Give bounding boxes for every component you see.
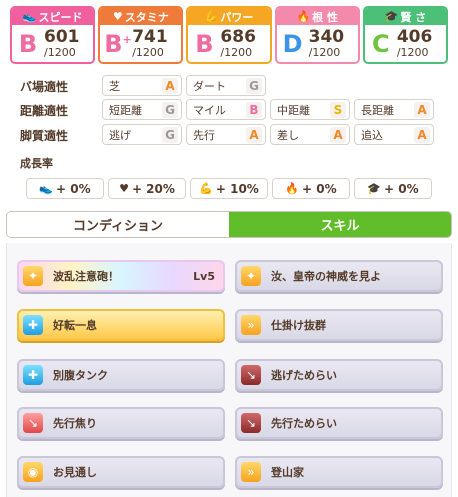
stat-label: パワー <box>220 10 254 24</box>
aptitude-end-closer: 追込 A <box>354 124 434 145</box>
vision-icon: ◉ <box>23 462 43 482</box>
aptitude-dirt: ダート G <box>186 75 266 96</box>
heart-icon: ♥ <box>119 182 129 195</box>
aptitude-grade: A <box>414 101 430 118</box>
aptitude-grade: G <box>162 126 178 143</box>
aptitude-grade: A <box>246 126 262 143</box>
aptitude-label: 脚質適性 <box>20 128 69 143</box>
skill-item[interactable]: » 仕掛け抜群 <box>235 309 443 341</box>
aptitude-label: 距離適性 <box>20 103 69 118</box>
debuff-icon: ↘ <box>241 413 261 433</box>
stat-label: スタミナ <box>124 10 169 24</box>
heart-icon: ♥ <box>112 10 123 23</box>
arm-icon: 💪 <box>199 182 213 195</box>
skill-list: ✦ 波乱注意砲！ Lv5 ✦ 汝、皇帝の神威を見よ ✚ 好転一息 » 仕掛け抜群 ✚ 別腹タ… <box>6 243 452 497</box>
graduation-cap-icon: 🎓 <box>384 10 399 23</box>
stat-wisdom: 🎓 賢 さ C 406/1200 <box>362 6 449 64</box>
tab-skill[interactable]: スキル <box>229 212 451 237</box>
aptitude-front-runner: 逃げ G <box>102 124 182 145</box>
tab-bar: コンディション スキル <box>6 211 452 238</box>
stat-stamina: ♥ スタミナ B+ 741/1200 <box>98 6 184 64</box>
aptitude-long: 長距離 A <box>354 99 434 120</box>
track-aptitude-row: バ場適性 芝A ダート G <box>20 75 440 97</box>
stat-rank: C <box>372 29 390 58</box>
stat-label: 賢 さ <box>400 10 427 24</box>
skill-item[interactable]: ✦ 汝、皇帝の神威を見よ <box>235 260 443 292</box>
growth-speed: 👟 + 0% <box>26 178 104 199</box>
aptitude-late-surger: 差し A <box>270 124 350 145</box>
stat-rank: B <box>18 29 38 58</box>
speed-up-icon: » <box>241 315 261 335</box>
aptitude-short: 短距離 G <box>102 99 182 120</box>
skill-item[interactable]: » 登山家 <box>235 456 443 488</box>
aptitude-turf: 芝A <box>102 75 182 96</box>
stat-value: 601 <box>44 27 80 47</box>
stat-value: 340 <box>308 27 345 47</box>
shoe-icon: 👟 <box>39 182 54 195</box>
aptitude-grade: A <box>414 126 430 143</box>
stat-label: スピード <box>38 10 83 24</box>
growth-power: 💪 + 10% <box>190 178 268 199</box>
stat-max: /1200 <box>308 46 341 59</box>
growth-rate-title: 成長率 <box>20 157 53 170</box>
aptitude-mile: マイル B <box>186 99 266 120</box>
skill-item[interactable]: ◉ お見通し <box>17 456 225 488</box>
skill-item[interactable]: ✦ 波乱注意砲！ Lv5 <box>17 260 225 292</box>
aptitude-grade: B <box>246 101 262 118</box>
aptitude-medium: 中距離 S <box>270 99 350 120</box>
speed-up-icon: » <box>241 462 261 482</box>
aptitude-grade: A <box>162 77 178 94</box>
stat-speed: 👟 スピード B 601/1200 <box>10 6 96 64</box>
stat-guts: 🔥 根 性 D 340/1200 <box>274 6 360 64</box>
aptitude-grade: A <box>330 126 346 143</box>
stat-max: /1200 <box>132 46 164 59</box>
stat-rank: B <box>195 29 214 58</box>
stat-rank: B+ <box>104 29 132 58</box>
graduation-cap-icon: 🎓 <box>367 182 382 195</box>
stat-value: 686 <box>220 27 256 47</box>
growth-wisdom: 🎓 + 0% <box>354 178 432 199</box>
stat-value: 406 <box>396 27 433 47</box>
aptitude-grade: G <box>246 77 262 94</box>
flame-icon: 🔥 <box>296 10 311 23</box>
recovery-icon: ✚ <box>23 365 43 385</box>
stats-panel: 👟 スピード B 601/1200 ♥ スタミナ B+ 741/1200 💪 パワー B6… <box>10 6 449 64</box>
recovery-icon: ✚ <box>23 315 43 335</box>
stat-rank: D <box>282 29 303 58</box>
stat-value: 741 <box>132 27 168 47</box>
skill-item[interactable]: ↘ 逃げためらい <box>235 359 443 391</box>
distance-aptitude-row: 距離適性 短距離 G マイル B 中距離 S 長距離 A <box>20 99 440 121</box>
aptitude-grade: G <box>162 101 178 118</box>
skill-item[interactable]: ✚ 別腹タンク <box>17 359 225 391</box>
arm-icon: 💪 <box>204 10 219 23</box>
shoe-icon: 👟 <box>22 10 37 23</box>
stat-max: /1200 <box>220 46 253 59</box>
flame-icon: 🔥 <box>285 182 300 195</box>
aptitude-grade: S <box>330 101 346 118</box>
aptitude-pace-chaser: 先行 A <box>186 124 266 145</box>
skill-item[interactable]: ↘ 先行ためらい <box>235 407 443 439</box>
skill-item[interactable]: ↘ 先行焦り <box>17 407 225 439</box>
stat-power: 💪 パワー B 686/1200 <box>186 6 272 64</box>
skill-item[interactable]: ✚ 好転一息 <box>17 309 225 341</box>
stat-max: /1200 <box>44 46 76 59</box>
growth-stamina: ♥ + 20% <box>108 178 186 199</box>
skill-level: Lv5 <box>193 269 215 283</box>
aptitude-label: バ場適性 <box>20 79 69 94</box>
growth-guts: 🔥 + 0% <box>272 178 350 199</box>
style-aptitude-row: 脚質適性 逃げ G 先行 A 差し A 追込 A <box>20 124 440 146</box>
debuff-icon: ↘ <box>241 365 261 385</box>
star-burst-icon: ✦ <box>241 266 261 286</box>
stat-label: 根 性 <box>312 10 338 24</box>
star-burst-icon: ✦ <box>23 266 43 286</box>
tab-condition[interactable]: コンディション <box>7 212 229 237</box>
stat-max: /1200 <box>396 46 429 59</box>
debuff-icon: ↘ <box>23 413 43 433</box>
